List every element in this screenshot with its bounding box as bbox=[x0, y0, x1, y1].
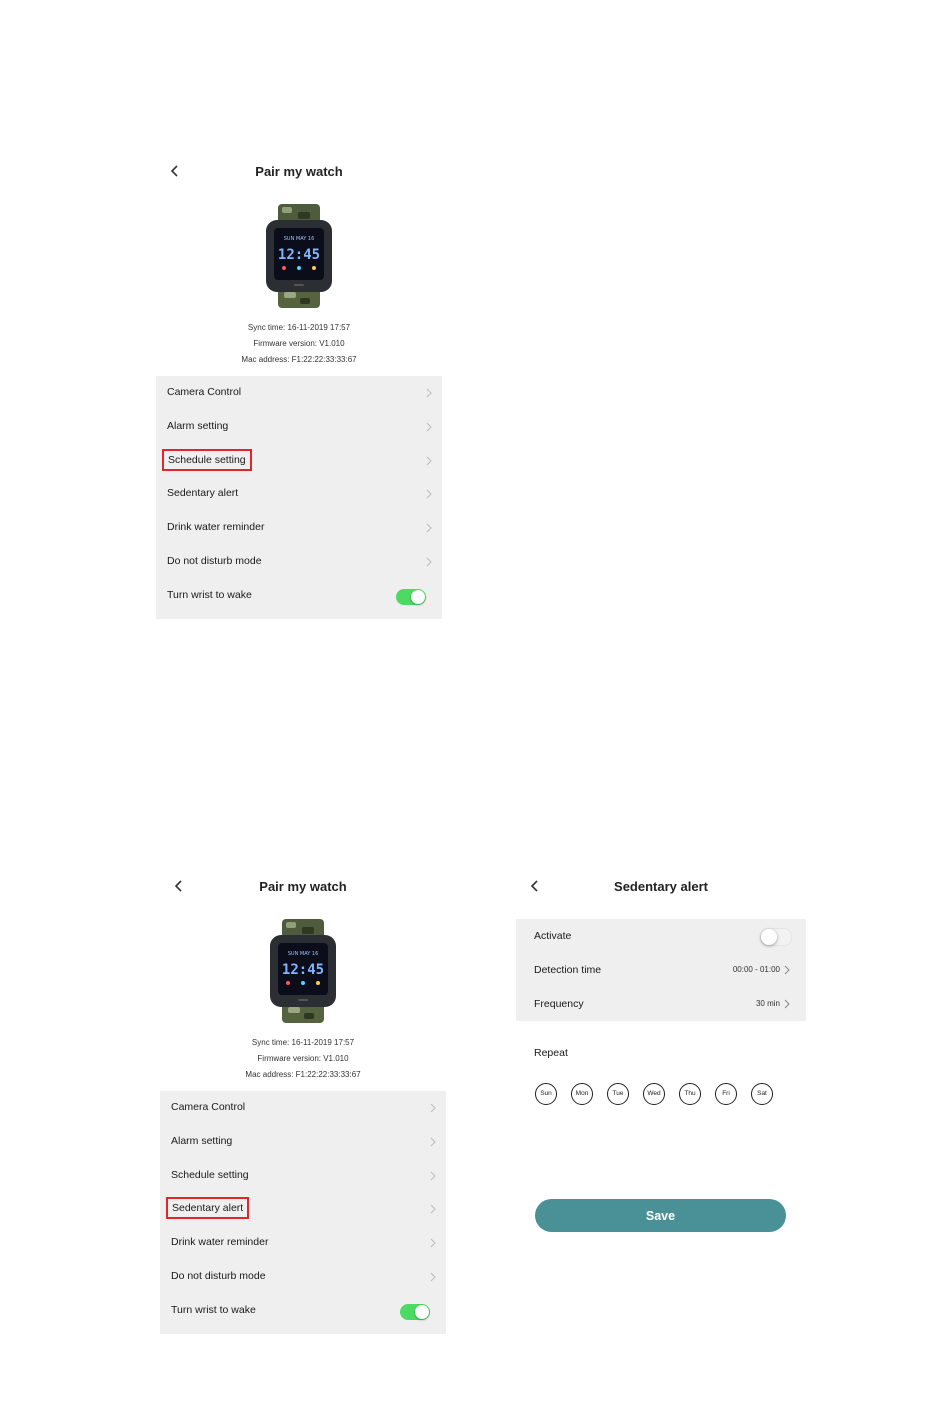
toggle-knob bbox=[415, 1304, 429, 1319]
chevron-right-icon bbox=[430, 1272, 436, 1282]
menu-item-turn-wrist-to-wake: Turn wrist to wake bbox=[160, 1294, 446, 1328]
chevron-right-icon bbox=[426, 557, 432, 567]
day-sat[interactable]: Sat bbox=[751, 1083, 773, 1105]
frequency-value: 30 min bbox=[755, 999, 780, 1008]
sync-time: Sync time: 16-11-2019 17:57 bbox=[247, 323, 351, 332]
activate-row: Activate bbox=[516, 919, 806, 953]
sedentary-alert-screen: Sedentary alert Activate Detection time … bbox=[516, 865, 806, 1232]
device-info: Sync time: 16-11-2019 17:57 Firmware ver… bbox=[156, 320, 442, 368]
chevron-right-icon bbox=[784, 999, 790, 1009]
page-title: Pair my watch bbox=[259, 879, 347, 894]
menu-item-sedentary-alert[interactable]: Sedentary alert bbox=[156, 477, 442, 511]
menu-item-drink-water-reminder[interactable]: Drink water reminder bbox=[156, 511, 442, 545]
menu-item-camera-control[interactable]: Camera Control bbox=[156, 376, 442, 410]
sedentary-settings-panel: Activate Detection time 00:00 - 01:00 Fr… bbox=[516, 919, 806, 1021]
save-button[interactable]: Save bbox=[535, 1199, 786, 1232]
detection-time-label: Detection time bbox=[534, 964, 602, 976]
chevron-right-icon bbox=[426, 490, 432, 499]
activate-toggle[interactable] bbox=[760, 928, 792, 946]
repeat-label: Repeat bbox=[534, 1047, 568, 1059]
activate-label: Activate bbox=[534, 930, 572, 942]
svg-text:SUN MAY 16: SUN MAY 16 bbox=[288, 951, 319, 957]
menu-item-sedentary-alert[interactable]: Sedentary alert bbox=[160, 1192, 446, 1226]
detection-time-row[interactable]: Detection time 00:00 - 01:00 bbox=[516, 953, 806, 987]
day-mon[interactable]: Mon bbox=[571, 1083, 593, 1105]
device-info: Sync time: 16-11-2019 17:57 Firmware ver… bbox=[160, 1035, 446, 1083]
svg-text:12:45: 12:45 bbox=[278, 247, 320, 263]
toggle-knob bbox=[761, 929, 777, 945]
settings-menu: Camera Control Alarm setting Schedule se… bbox=[156, 376, 442, 619]
header: Pair my watch bbox=[160, 865, 446, 909]
turn-wrist-toggle[interactable] bbox=[396, 588, 426, 605]
menu-item-do-not-disturb[interactable]: Do not disturb mode bbox=[156, 545, 442, 579]
chevron-right-icon bbox=[784, 965, 790, 975]
repeat-days: Sun Mon Tue Wed Thu Fri Sat bbox=[535, 1083, 806, 1105]
menu-item-alarm-setting[interactable]: Alarm setting bbox=[156, 410, 442, 444]
menu-item-do-not-disturb[interactable]: Do not disturb mode bbox=[160, 1260, 446, 1294]
sync-time: Sync time: 16-11-2019 17:57 bbox=[251, 1038, 355, 1047]
day-wed[interactable]: Wed bbox=[643, 1083, 665, 1105]
smartwatch-image: SUN MAY 16 12:45 bbox=[270, 919, 336, 1023]
chevron-right-icon bbox=[426, 388, 432, 398]
page-title: Sedentary alert bbox=[614, 879, 708, 894]
menu-item-schedule-setting[interactable]: Schedule setting bbox=[156, 444, 442, 478]
firmware-version: Firmware version: V1.010 bbox=[253, 339, 345, 348]
chevron-right-icon bbox=[430, 1205, 436, 1214]
detection-time-value: 00:00 - 01:00 bbox=[732, 965, 780, 974]
settings-menu: Camera Control Alarm setting Schedule se… bbox=[160, 1091, 446, 1334]
header: Pair my watch bbox=[156, 150, 442, 194]
chevron-right-icon bbox=[430, 1103, 436, 1113]
chevron-right-icon bbox=[426, 523, 432, 533]
menu-item-alarm-setting[interactable]: Alarm setting bbox=[160, 1125, 446, 1159]
page-title: Pair my watch bbox=[255, 164, 343, 179]
header: Sedentary alert bbox=[516, 865, 806, 909]
smartwatch-image: SUN MAY 16 12:45 bbox=[266, 204, 332, 308]
pair-watch-screen-1: Pair my watch SUN MAY 16 12:45 Sync time… bbox=[156, 150, 442, 619]
day-thu[interactable]: Thu bbox=[679, 1083, 701, 1105]
svg-text:SUN MAY 16: SUN MAY 16 bbox=[284, 236, 315, 242]
chevron-right-icon bbox=[426, 422, 432, 432]
firmware-version: Firmware version: V1.010 bbox=[257, 1054, 349, 1063]
highlight-box: Sedentary alert bbox=[165, 1197, 250, 1220]
pair-watch-screen-2: Pair my watch SUN MAY 16 12:45 Sync time… bbox=[160, 865, 446, 1334]
day-fri[interactable]: Fri bbox=[715, 1083, 737, 1105]
mac-address: Mac address: F1:22:22:33:33:67 bbox=[241, 355, 357, 364]
frequency-row[interactable]: Frequency 30 min bbox=[516, 987, 806, 1021]
chevron-right-icon bbox=[430, 1137, 436, 1147]
day-tue[interactable]: Tue bbox=[607, 1083, 629, 1105]
menu-item-turn-wrist-to-wake: Turn wrist to wake bbox=[156, 579, 442, 613]
turn-wrist-toggle[interactable] bbox=[400, 1303, 430, 1320]
chevron-right-icon bbox=[426, 456, 432, 465]
mac-address: Mac address: F1:22:22:33:33:67 bbox=[245, 1070, 361, 1079]
svg-text:12:45: 12:45 bbox=[282, 962, 324, 978]
menu-item-camera-control[interactable]: Camera Control bbox=[160, 1091, 446, 1125]
menu-item-drink-water-reminder[interactable]: Drink water reminder bbox=[160, 1226, 446, 1260]
frequency-label: Frequency bbox=[534, 998, 584, 1010]
chevron-right-icon bbox=[430, 1171, 436, 1180]
toggle-knob bbox=[411, 589, 425, 604]
chevron-right-icon bbox=[430, 1238, 436, 1248]
menu-item-schedule-setting[interactable]: Schedule setting bbox=[160, 1159, 446, 1193]
day-sun[interactable]: Sun bbox=[535, 1083, 557, 1105]
highlight-box: Schedule setting bbox=[162, 448, 252, 471]
